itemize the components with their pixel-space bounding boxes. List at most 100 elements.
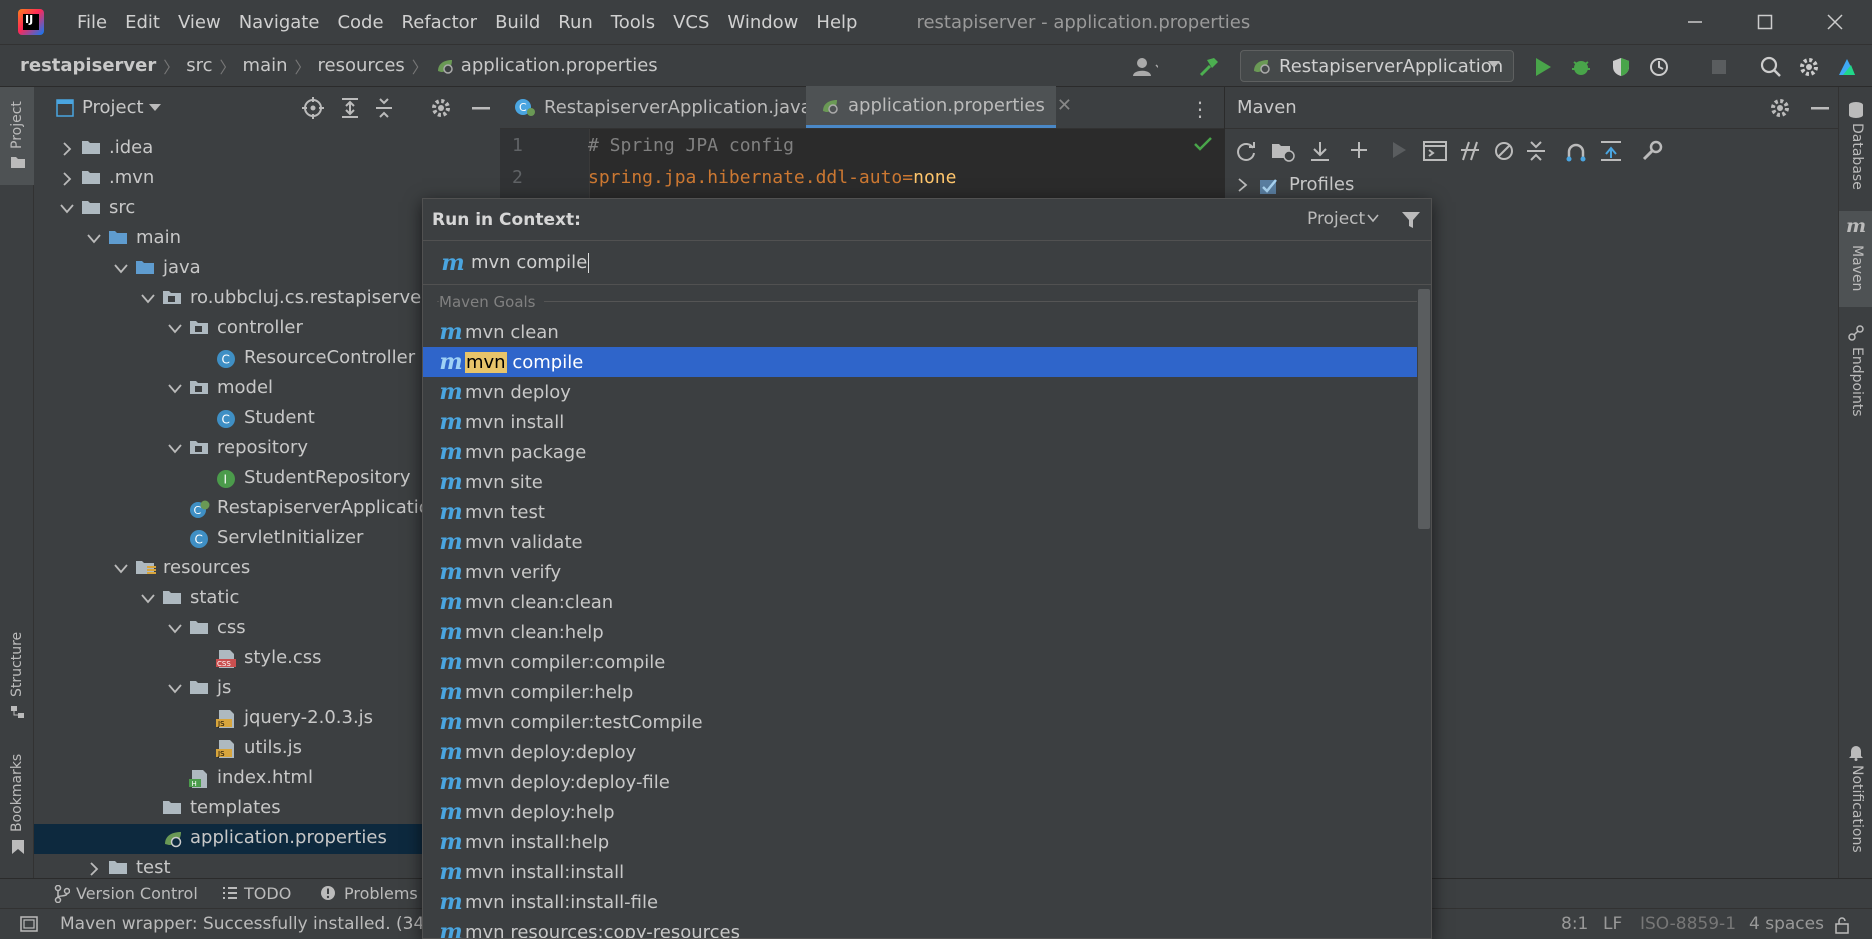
execute-goal-icon[interactable]: [1423, 140, 1447, 162]
maven-tool-label[interactable]: Maven: [1849, 245, 1865, 291]
chevron-down-icon[interactable]: [167, 381, 183, 397]
chevron-right-icon[interactable]: [59, 141, 75, 157]
maven-goal-item[interactable]: m mvn clean:clean: [423, 587, 1417, 617]
chevron-down-icon[interactable]: [140, 291, 156, 307]
lock-icon[interactable]: [1834, 916, 1850, 934]
menu-vcs[interactable]: VCS: [664, 12, 718, 33]
debug-icon[interactable]: [1568, 54, 1594, 80]
maximize-button[interactable]: [1730, 0, 1800, 44]
maven-goal-item[interactable]: m mvn site: [423, 467, 1417, 497]
locate-file-icon[interactable]: [302, 97, 324, 119]
scope-select[interactable]: Project: [1307, 209, 1365, 229]
menu-window[interactable]: Window: [718, 12, 807, 33]
project-tool-label[interactable]: Project: [9, 101, 25, 149]
download-icon[interactable]: [1309, 140, 1331, 162]
chevron-down-icon[interactable]: [59, 201, 75, 217]
breadcrumb-file[interactable]: application.properties: [461, 55, 658, 76]
tab-restapiserver-application[interactable]: C RestapiserverApplication.java ✕: [500, 86, 839, 128]
database-tool-label[interactable]: Database: [1849, 123, 1865, 190]
maven-goal-item[interactable]: m mvn compiler:help: [423, 677, 1417, 707]
goal-search-input[interactable]: mvn compile: [471, 252, 587, 273]
wrench-icon[interactable]: [1641, 140, 1663, 162]
hide-panel-icon[interactable]: [1811, 107, 1829, 111]
maven-goal-item[interactable]: m mvn validate: [423, 527, 1417, 557]
add-icon[interactable]: [1349, 140, 1369, 160]
breadcrumb-src[interactable]: src: [186, 55, 212, 76]
menu-file[interactable]: File: [68, 12, 116, 33]
user-icon[interactable]: [1132, 54, 1158, 80]
chevron-down-icon[interactable]: [140, 591, 156, 607]
run-configuration-select[interactable]: RestapiserverApplication: [1240, 50, 1514, 82]
maven-goal-item[interactable]: m mvn deploy:deploy: [423, 737, 1417, 767]
jetbrains-ai-icon[interactable]: [1834, 54, 1860, 80]
show-dependencies-icon[interactable]: [1565, 140, 1587, 162]
version-control-tab[interactable]: Version Control: [76, 884, 198, 903]
problems-tab[interactable]: Problems: [344, 884, 418, 903]
maven-goal-item[interactable]: m mvn compiler:compile: [423, 647, 1417, 677]
minimize-button[interactable]: [1660, 0, 1730, 44]
chevron-down-icon[interactable]: [113, 561, 129, 577]
code-comment-line[interactable]: # Spring JPA config: [588, 135, 794, 156]
menu-help[interactable]: Help: [807, 12, 866, 33]
coverage-icon[interactable]: [1608, 54, 1634, 80]
tree-item--mvn[interactable]: .mvn: [34, 164, 500, 194]
maven-goal-item[interactable]: m mvn compiler:testCompile: [423, 707, 1417, 737]
profiler-icon[interactable]: [1648, 54, 1674, 80]
chevron-right-icon[interactable]: [59, 171, 75, 187]
tree-item--idea[interactable]: .idea: [34, 134, 500, 164]
breadcrumb-main[interactable]: main: [243, 55, 288, 76]
intellij-logo-icon[interactable]: IJ: [18, 9, 44, 35]
bookmarks-tool-label[interactable]: Bookmarks: [9, 754, 25, 832]
menu-code[interactable]: Code: [328, 12, 392, 33]
code-line[interactable]: spring.jpa.hibernate.ddl-auto=none: [588, 167, 956, 188]
run-icon[interactable]: [1530, 54, 1556, 80]
popup-scrollbar[interactable]: [1418, 289, 1430, 529]
chevron-down-icon[interactable]: [167, 681, 183, 697]
menu-edit[interactable]: Edit: [116, 12, 169, 33]
file-encoding[interactable]: ISO-8859-1: [1640, 914, 1736, 934]
maven-goal-item[interactable]: m mvn install:help: [423, 827, 1417, 857]
menu-tools[interactable]: Tools: [602, 12, 664, 33]
toggle-offline-icon[interactable]: [1459, 140, 1481, 162]
toggle-tool-windows-icon[interactable]: [20, 916, 38, 932]
goal-search-field[interactable]: m mvn compile: [423, 241, 1431, 285]
chevron-down-icon[interactable]: [148, 103, 162, 113]
menu-run[interactable]: Run: [549, 12, 602, 33]
chevron-down-icon[interactable]: [167, 621, 183, 637]
menu-view[interactable]: View: [169, 12, 230, 33]
notifications-tool-label[interactable]: Notifications: [1849, 765, 1865, 853]
chevron-down-icon[interactable]: [167, 321, 183, 337]
chevron-down-icon[interactable]: [113, 261, 129, 277]
search-icon[interactable]: [1758, 54, 1784, 80]
caret-position[interactable]: 8:1: [1561, 914, 1588, 934]
breadcrumb-resources[interactable]: resources: [318, 55, 405, 76]
stop-icon[interactable]: [1706, 54, 1732, 80]
close-window-button[interactable]: [1800, 0, 1870, 44]
skip-tests-icon[interactable]: [1493, 140, 1515, 162]
chevron-down-icon[interactable]: [167, 441, 183, 457]
reload-folder-icon[interactable]: [1271, 140, 1295, 162]
maven-goal-item[interactable]: m mvn install:install: [423, 857, 1417, 887]
hide-panel-icon[interactable]: [472, 107, 490, 111]
collapse-icon[interactable]: [1525, 140, 1547, 162]
endpoints-tool-label[interactable]: Endpoints: [1849, 347, 1865, 417]
reload-icon[interactable]: [1235, 140, 1257, 162]
maven-goal-item[interactable]: m mvn deploy:deploy-file: [423, 767, 1417, 797]
tab-application-properties[interactable]: application.properties ✕: [806, 86, 1072, 128]
chevron-right-icon[interactable]: [1237, 177, 1249, 193]
chevron-down-icon[interactable]: [1367, 214, 1379, 223]
run-goal-icon[interactable]: [1391, 141, 1407, 159]
indent-setting[interactable]: 4 spaces: [1749, 914, 1824, 934]
filter-icon[interactable]: [1401, 210, 1421, 230]
maven-goal-item[interactable]: m mvn install: [423, 407, 1417, 437]
gear-icon[interactable]: [430, 97, 452, 119]
maven-goal-item[interactable]: m mvn clean:help: [423, 617, 1417, 647]
maven-goal-item[interactable]: m mvn clean: [423, 317, 1417, 347]
expand-all-icon[interactable]: [340, 97, 360, 119]
gear-icon[interactable]: [1769, 97, 1791, 119]
maven-goal-item[interactable]: m mvn compile: [423, 347, 1417, 377]
maven-goal-item[interactable]: m mvn package: [423, 437, 1417, 467]
line-separator[interactable]: LF: [1603, 914, 1622, 934]
show-diagram-icon[interactable]: [1599, 140, 1623, 162]
maven-goal-item[interactable]: m mvn test: [423, 497, 1417, 527]
